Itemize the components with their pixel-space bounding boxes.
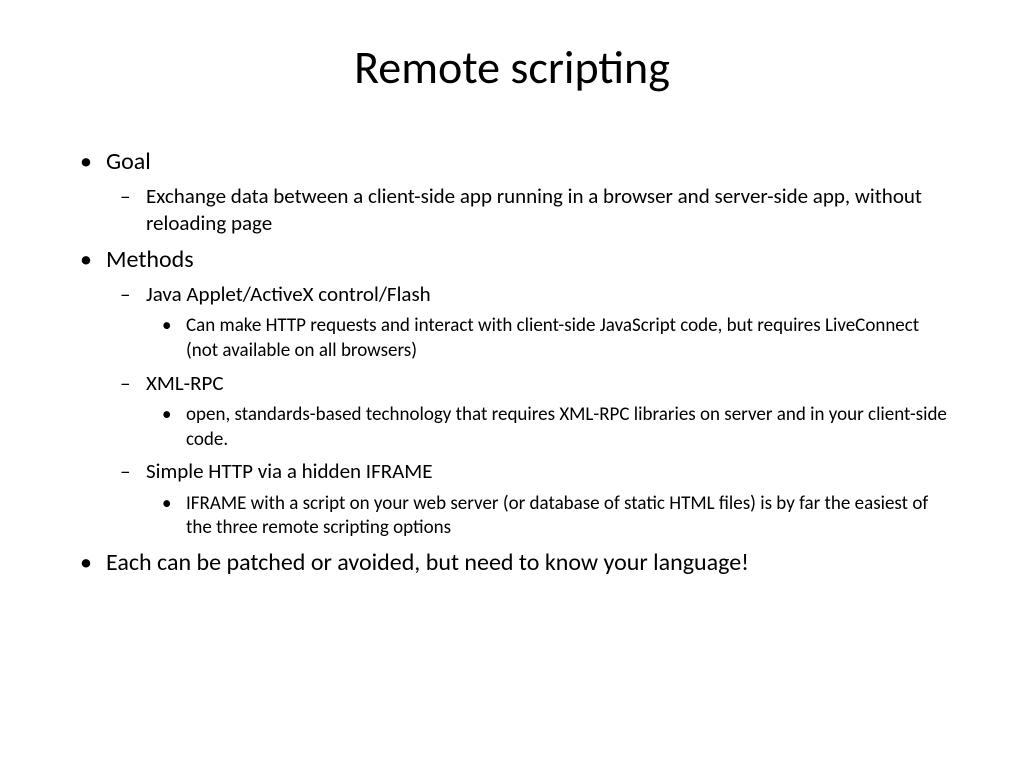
bullet-list: Goal Exchange data between a client-side… (70, 146, 954, 578)
bullet-method-xmlrpc-detail: open, standards-based technology that re… (146, 403, 954, 452)
bullet-closing: Each can be patched or avoided, but need… (70, 547, 954, 578)
bullet-goal-sub: Exchange data between a client-side app … (106, 183, 954, 238)
bullet-method-iframe-detail: IFRAME with a script on your web server … (146, 492, 954, 541)
bullet-method-iframe-label: Simple HTTP via a hidden IFRAME (146, 458, 433, 484)
bullet-goal-label: Goal (106, 147, 151, 176)
bullet-method-xmlrpc: XML-RPC open, standards-based technology… (106, 370, 954, 453)
slide-title: Remote scripting (70, 40, 954, 96)
bullet-methods-label: Methods (106, 245, 194, 274)
bullet-methods: Methods Java Applet/ActiveX control/Flas… (70, 244, 954, 541)
bullet-goal: Goal Exchange data between a client-side… (70, 146, 954, 238)
bullet-method-applet-label: Java Applet/ActiveX control/Flash (146, 281, 431, 307)
bullet-method-iframe: Simple HTTP via a hidden IFRAME IFRAME w… (106, 458, 954, 541)
bullet-method-applet-detail: Can make HTTP requests and interact with… (146, 314, 954, 363)
bullet-method-applet: Java Applet/ActiveX control/Flash Can ma… (106, 281, 954, 364)
bullet-method-xmlrpc-label: XML-RPC (146, 370, 224, 396)
